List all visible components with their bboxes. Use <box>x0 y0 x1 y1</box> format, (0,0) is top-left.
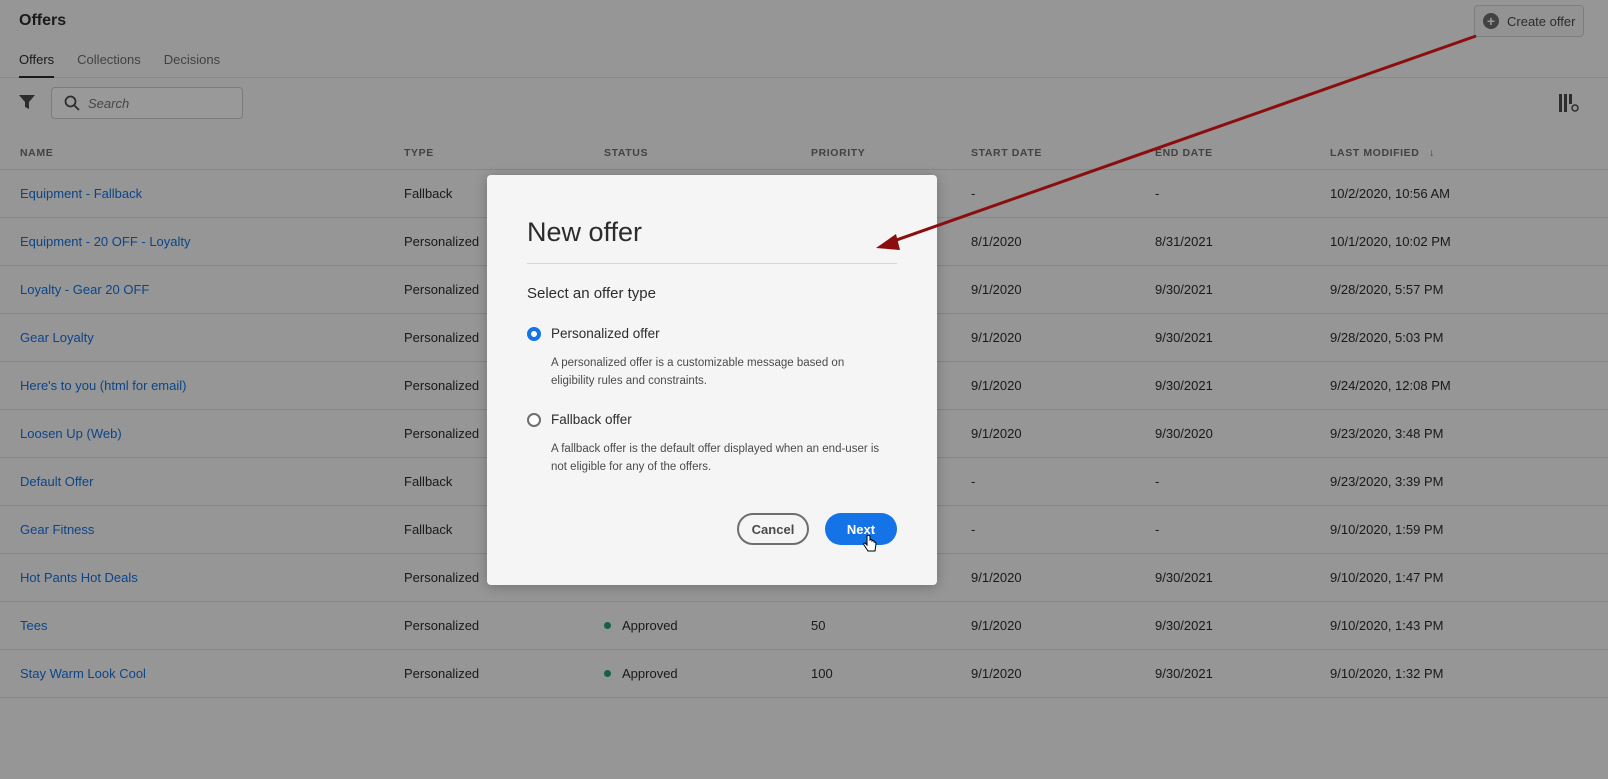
dialog-subtitle: Select an offer type <box>527 285 656 302</box>
personalized-offer-option[interactable]: Personalized offer <box>527 326 660 341</box>
dialog-title: New offer <box>527 217 643 247</box>
personalized-offer-label: Personalized offer <box>551 326 660 341</box>
fallback-offer-radio[interactable] <box>527 412 541 427</box>
hand-cursor-icon <box>863 535 877 552</box>
cancel-button[interactable]: Cancel <box>737 513 809 545</box>
fallback-offer-description: A fallback offer is the default offer di… <box>551 443 880 473</box>
personalized-offer-description: A personalized offer is a customizable m… <box>551 357 845 387</box>
next-button[interactable]: Next <box>825 513 897 545</box>
fallback-offer-label: Fallback offer <box>551 412 632 427</box>
fallback-offer-option[interactable]: Fallback offer <box>527 412 632 427</box>
new-offer-dialog: New offer Select an offer type Personali… <box>487 175 937 585</box>
dialog-divider <box>527 263 897 264</box>
personalized-offer-radio[interactable] <box>527 326 541 341</box>
